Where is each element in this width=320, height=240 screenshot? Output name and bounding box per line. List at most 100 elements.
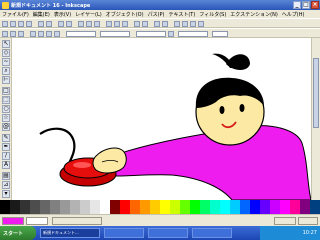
drawing-canvas[interactable]	[12, 38, 312, 201]
swatch[interactable]	[130, 200, 140, 214]
xml-editor-icon[interactable]	[198, 21, 204, 27]
scrollbar-thumb[interactable]	[313, 58, 319, 128]
swatch[interactable]	[300, 200, 310, 214]
swatch[interactable]	[20, 200, 30, 214]
pencil-tool-icon[interactable]: ✎	[2, 134, 10, 142]
menu-view[interactable]: 表示(V)	[54, 11, 71, 18]
deselect-icon[interactable]	[18, 31, 24, 37]
swatch[interactable]	[260, 200, 270, 214]
tweak-tool-icon[interactable]: ~	[2, 58, 10, 66]
gradient-tool-icon[interactable]: ▤	[2, 172, 10, 180]
new-icon[interactable]	[2, 21, 8, 27]
select-tool-icon[interactable]: ↖	[2, 40, 10, 48]
swatch[interactable]	[100, 200, 110, 214]
calligraphy-tool-icon[interactable]: ∕	[2, 152, 10, 160]
start-button[interactable]: スタート	[0, 226, 36, 240]
text-font-icon[interactable]	[182, 21, 188, 27]
fill-stroke-icon[interactable]	[174, 21, 180, 27]
swatch[interactable]	[120, 200, 130, 214]
lock-icon[interactable]	[168, 31, 174, 37]
select-all-icon[interactable]	[2, 31, 8, 37]
swatch[interactable]	[240, 200, 250, 214]
menu-filters[interactable]: フィルタ(S)	[199, 11, 226, 18]
swatch[interactable]	[150, 200, 160, 214]
rect-tool-icon[interactable]: □	[2, 87, 10, 95]
swatch[interactable]	[30, 200, 40, 214]
height-field[interactable]	[178, 31, 208, 37]
task-inkscape[interactable]: 新規ドキュメント...	[40, 228, 100, 238]
save-icon[interactable]	[18, 21, 24, 27]
node-tool-icon[interactable]: ◇	[2, 49, 10, 57]
swatch[interactable]	[10, 200, 20, 214]
task-item[interactable]	[104, 228, 144, 238]
swatch[interactable]	[180, 200, 190, 214]
maximize-icon[interactable]: □	[302, 1, 310, 9]
duplicate-icon[interactable]	[134, 21, 140, 27]
flip-vertical-icon[interactable]	[54, 31, 60, 37]
minimize-icon[interactable]: _	[293, 1, 301, 9]
y-field[interactable]	[100, 31, 130, 37]
zoom-tool-icon[interactable]: ⌕	[2, 67, 10, 75]
swatch[interactable]	[200, 200, 210, 214]
stroke-indicator[interactable]	[26, 217, 48, 225]
box3d-tool-icon[interactable]: ⬚	[2, 96, 10, 104]
menu-extensions[interactable]: エクステンション(N)	[230, 11, 278, 18]
zoom-out-icon[interactable]	[114, 21, 120, 27]
swatch[interactable]	[70, 200, 80, 214]
star-tool-icon[interactable]: ☆	[2, 114, 10, 122]
swatch[interactable]	[280, 200, 290, 214]
copy-icon[interactable]	[78, 21, 84, 27]
paint-bucket-tool-icon[interactable]: ▾	[2, 190, 10, 198]
layer-selector[interactable]	[52, 217, 102, 225]
cut-icon[interactable]	[86, 21, 92, 27]
paste-icon[interactable]	[94, 21, 100, 27]
swatch[interactable]	[140, 200, 150, 214]
measure-tool-icon[interactable]: ⊢	[2, 76, 10, 84]
close-icon[interactable]: ×	[311, 1, 319, 9]
rotate-ccw-icon[interactable]	[30, 31, 36, 37]
swatch[interactable]	[230, 200, 240, 214]
swatch[interactable]	[50, 200, 60, 214]
select-all-layers-icon[interactable]	[10, 31, 16, 37]
zoom-field[interactable]	[298, 217, 318, 225]
clone-icon[interactable]	[142, 21, 148, 27]
swatch[interactable]	[310, 200, 320, 214]
swatch[interactable]	[80, 200, 90, 214]
swatch[interactable]	[110, 200, 120, 214]
undo-icon[interactable]	[58, 21, 64, 27]
swatch[interactable]	[250, 200, 260, 214]
swatch[interactable]	[210, 200, 220, 214]
swatch[interactable]	[0, 200, 10, 214]
menu-path[interactable]: パス(P)	[148, 11, 165, 18]
menu-layer[interactable]: レイヤー(L)	[75, 11, 102, 18]
text-tool-icon[interactable]: A	[2, 161, 10, 169]
width-field[interactable]	[136, 31, 166, 37]
ellipse-tool-icon[interactable]: ○	[2, 105, 10, 113]
ungroup-icon[interactable]	[162, 21, 168, 27]
menu-edit[interactable]: 編集(E)	[33, 11, 50, 18]
menu-text[interactable]: テキスト(T)	[168, 11, 195, 18]
import-icon[interactable]	[38, 21, 44, 27]
swatch[interactable]	[40, 200, 50, 214]
task-item[interactable]	[192, 228, 232, 238]
align-icon[interactable]	[190, 21, 196, 27]
swatch[interactable]	[60, 200, 70, 214]
x-field[interactable]	[66, 31, 96, 37]
swatch[interactable]	[90, 200, 100, 214]
vertical-scrollbar[interactable]	[311, 38, 320, 200]
open-icon[interactable]	[10, 21, 16, 27]
export-icon[interactable]	[46, 21, 52, 27]
unit-select[interactable]	[212, 31, 228, 37]
zoom-fit-icon[interactable]	[122, 21, 128, 27]
flip-horizontal-icon[interactable]	[46, 31, 52, 37]
swatch[interactable]	[270, 200, 280, 214]
dropper-tool-icon[interactable]: ⊿	[2, 181, 10, 189]
group-icon[interactable]	[154, 21, 160, 27]
task-item[interactable]	[148, 228, 188, 238]
zoom-in-icon[interactable]	[106, 21, 112, 27]
menu-help[interactable]: ヘルプ(H)	[282, 11, 305, 18]
rotate-cw-icon[interactable]	[38, 31, 44, 37]
swatch[interactable]	[160, 200, 170, 214]
menu-object[interactable]: オブジェクト(O)	[106, 11, 144, 18]
pen-tool-icon[interactable]: ✒	[2, 143, 10, 151]
